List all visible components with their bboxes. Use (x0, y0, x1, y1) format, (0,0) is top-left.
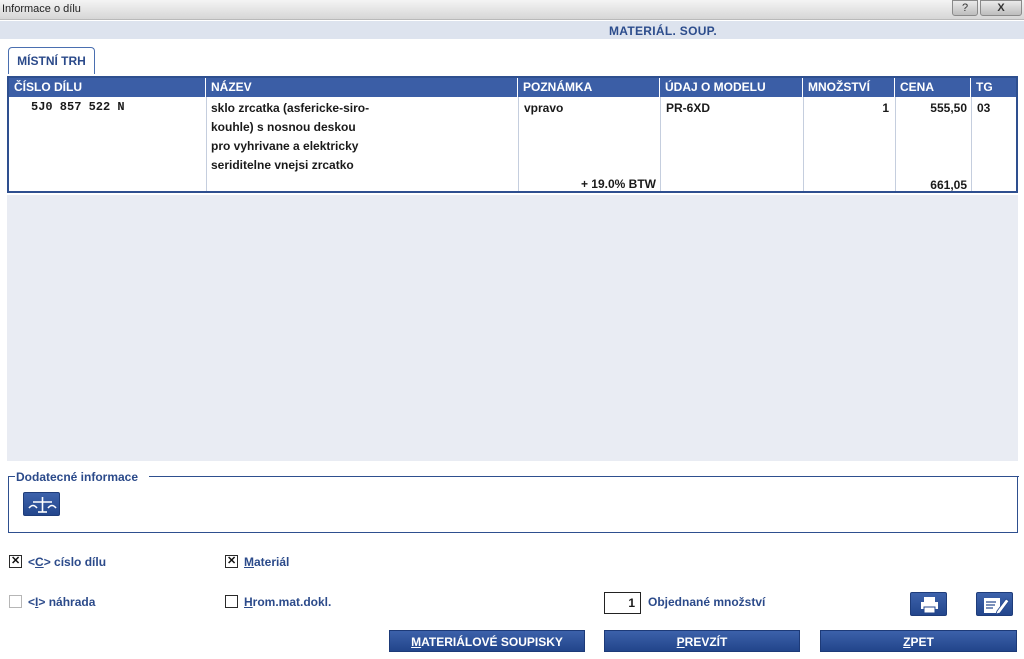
back-button[interactable]: ZPET (820, 630, 1017, 652)
table-empty-area (7, 195, 1018, 461)
close-button[interactable]: X (980, 0, 1022, 16)
row-name-line: sklo zrcatka (asfericke-siro- (211, 101, 370, 115)
part-number-checkbox[interactable] (9, 554, 22, 568)
ordered-quantity-label: Objednané množství (648, 595, 766, 609)
edit-notes-icon (984, 598, 1010, 615)
row-note[interactable]: vpravo (524, 101, 563, 115)
replacement-checkbox[interactable] (9, 595, 22, 608)
replacement-checkbox-label[interactable]: <I> náhrada (28, 595, 95, 609)
tab-local-market[interactable]: MÍSTNÍ TRH (8, 47, 95, 74)
row-name-line: seriditelne vnejsi zrcatko (211, 158, 354, 172)
bulk-doc-checkbox-label[interactable]: Hrom.mat.dokl. (244, 595, 331, 609)
row-name[interactable]: sklo zrcatka (asfericke-siro- kouhle) s … (211, 99, 511, 175)
scales-button[interactable] (23, 492, 60, 516)
column-divider (971, 97, 972, 191)
material-lists-button[interactable]: MATERIÁLOVÉ SOUPISKY (389, 630, 585, 652)
group-border (149, 476, 1019, 477)
additional-info-group (8, 476, 1019, 533)
print-button[interactable] (910, 592, 947, 616)
window-title: Informace o dílu (2, 3, 81, 15)
help-button[interactable]: ? (952, 0, 978, 16)
row-vat-note: + 19.0% BTW (580, 177, 656, 191)
column-header-price[interactable]: CENA (895, 78, 971, 97)
ordered-quantity-input[interactable]: 1 (604, 592, 641, 614)
material-checkbox[interactable] (225, 554, 238, 568)
table-header: ČÍSLO DÍLU NÁZEV POZNÁMKA ÚDAJ O MODELU … (9, 78, 1016, 97)
column-header-tg[interactable]: TG (971, 78, 1016, 97)
column-divider (206, 97, 207, 191)
column-header-note[interactable]: POZNÁMKA (518, 78, 660, 97)
bulk-doc-checkbox[interactable] (225, 595, 238, 608)
row-name-line: kouhle) s nosnou deskou (211, 120, 356, 134)
row-price-with-vat: 661,05 (930, 178, 967, 192)
row-name-line: pro vyhrivane a elektricky (211, 139, 359, 153)
column-header-name[interactable]: NÁZEV (206, 78, 518, 97)
row-part-number[interactable]: 5J0 857 522 N (31, 100, 125, 114)
row-tg[interactable]: 03 (977, 101, 990, 115)
part-number-checkbox-label[interactable]: <C> císlo dílu (28, 555, 106, 569)
row-price[interactable]: 555,50 (895, 101, 967, 115)
row-model[interactable]: PR-6XD (666, 101, 710, 115)
print-icon (921, 597, 938, 614)
additional-info-label: Dodatecné informace (15, 470, 140, 484)
section-header: MATERIÁL. SOUP. (0, 21, 1024, 39)
row-quantity[interactable]: 1 (803, 101, 889, 115)
column-header-model[interactable]: ÚDAJ O MODELU (660, 78, 803, 97)
window-titlebar: Informace o dílu ? X (0, 0, 1024, 20)
column-header-quantity[interactable]: MNOŽSTVÍ (803, 78, 895, 97)
column-header-part-number[interactable]: ČÍSLO DÍLU (9, 78, 206, 97)
section-header-title: MATERIÁL. SOUP. (609, 24, 718, 38)
parts-table: ČÍSLO DÍLU NÁZEV POZNÁMKA ÚDAJ O MODELU … (7, 76, 1018, 193)
material-checkbox-label[interactable]: Materiál (244, 555, 289, 569)
scales-icon (28, 497, 57, 513)
edit-notes-button[interactable] (976, 592, 1013, 616)
accept-button[interactable]: PREVZÍT (604, 630, 800, 652)
column-divider (660, 97, 661, 191)
